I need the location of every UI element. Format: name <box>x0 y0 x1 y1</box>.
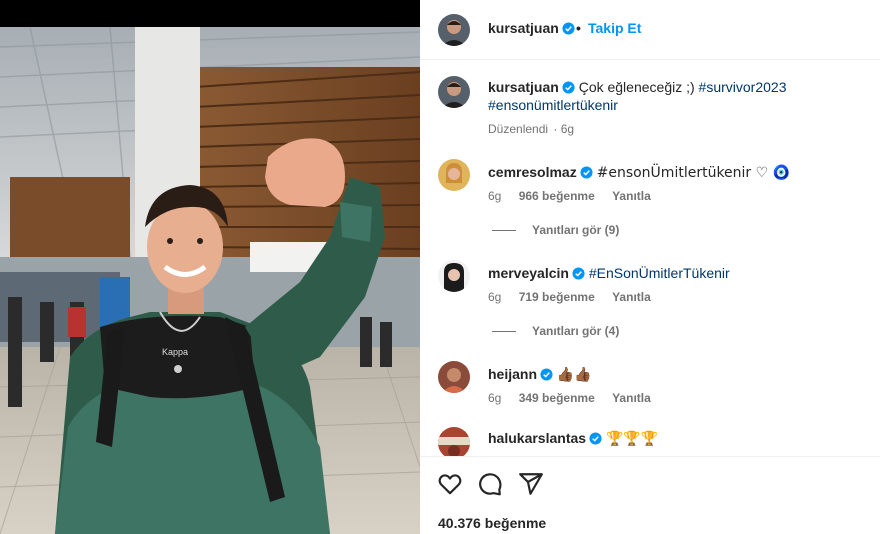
commenter-avatar[interactable] <box>438 361 470 393</box>
comment-likes[interactable]: 966 beğenme <box>519 189 595 203</box>
commenter-username[interactable]: halukarslantas <box>488 430 586 446</box>
like-count[interactable]: 40.376 beğenme <box>438 515 546 531</box>
comment-likes[interactable]: 719 beğenme <box>519 290 595 304</box>
replies-line <box>492 229 516 231</box>
hashtag-link[interactable]: #survivor2023 <box>699 79 787 95</box>
comment-time: 6g <box>488 391 502 405</box>
reply-button[interactable]: Yanıtla <box>612 391 651 405</box>
commenter-avatar[interactable] <box>438 427 470 456</box>
post-header: kursatjuan • Takip Et <box>420 0 880 60</box>
share-icon[interactable] <box>518 471 544 497</box>
verified-badge-icon <box>589 432 602 445</box>
comment-text: 🏆🏆🏆 <box>605 431 659 447</box>
caption-text: Çok eğleneceğiz ;) <box>578 79 695 95</box>
comment-time: 6g <box>488 290 502 304</box>
comment-icon[interactable] <box>477 471 503 497</box>
post-image: Kappa <box>0 27 420 534</box>
follow-button[interactable]: Takip Et <box>588 20 641 36</box>
comment-text[interactable]: #EnSonÜmitlerTükenir <box>589 265 730 281</box>
commenter-username[interactable]: merveyalcin <box>488 265 569 281</box>
comment-text: 👍🏾👍🏾 <box>556 367 592 383</box>
view-replies-label: Yanıtları gör (9) <box>532 223 620 237</box>
post-actions: 40.376 beğenme <box>420 456 880 534</box>
replies-line <box>492 330 516 332</box>
comment-likes[interactable]: 349 beğenme <box>519 391 595 405</box>
svg-text:Kappa: Kappa <box>162 347 188 357</box>
verified-badge-icon <box>540 368 553 381</box>
commenter-avatar[interactable] <box>438 159 470 191</box>
verified-badge-icon <box>562 22 575 35</box>
author-avatar[interactable] <box>438 76 470 108</box>
post-panel: kursatjuan • Takip Et kursatjuan Çok eğl… <box>420 0 880 534</box>
reply-button[interactable]: Yanıtla <box>612 189 651 203</box>
verified-badge-icon <box>572 267 585 280</box>
commenter-avatar[interactable] <box>438 260 470 292</box>
edited-label: Düzenlendi <box>488 122 549 136</box>
reply-button[interactable]: Yanıtla <box>612 290 651 304</box>
post-photo[interactable]: Kappa <box>0 0 420 534</box>
view-replies-button[interactable]: Yanıtları gör (9) <box>492 223 619 237</box>
view-replies-button[interactable]: Yanıtları gör (4) <box>492 324 619 338</box>
caption-username[interactable]: kursatjuan <box>488 79 559 95</box>
verified-badge-icon <box>562 81 575 94</box>
commenter-username[interactable]: cemresolmaz <box>488 164 577 180</box>
separator-dot: • <box>576 20 581 36</box>
author-avatar[interactable] <box>438 14 470 46</box>
hashtag-link[interactable]: #ensonümitlertükenir <box>488 97 618 113</box>
commenter-username[interactable]: heijann <box>488 366 537 382</box>
verified-badge-icon <box>580 166 593 179</box>
caption-time: · 6g <box>553 122 575 136</box>
comment-time: 6g <box>488 189 502 203</box>
view-replies-label: Yanıtları gör (4) <box>532 324 620 338</box>
author-username[interactable]: kursatjuan <box>488 20 559 36</box>
comments-list[interactable]: kursatjuan Çok eğleneceğiz ;) #survivor2… <box>420 61 880 456</box>
comment-text: #ensonÜmitlertükenir ♡ 🧿 <box>596 165 791 181</box>
photo-top-bar <box>0 0 420 27</box>
heart-icon[interactable] <box>437 471 463 497</box>
